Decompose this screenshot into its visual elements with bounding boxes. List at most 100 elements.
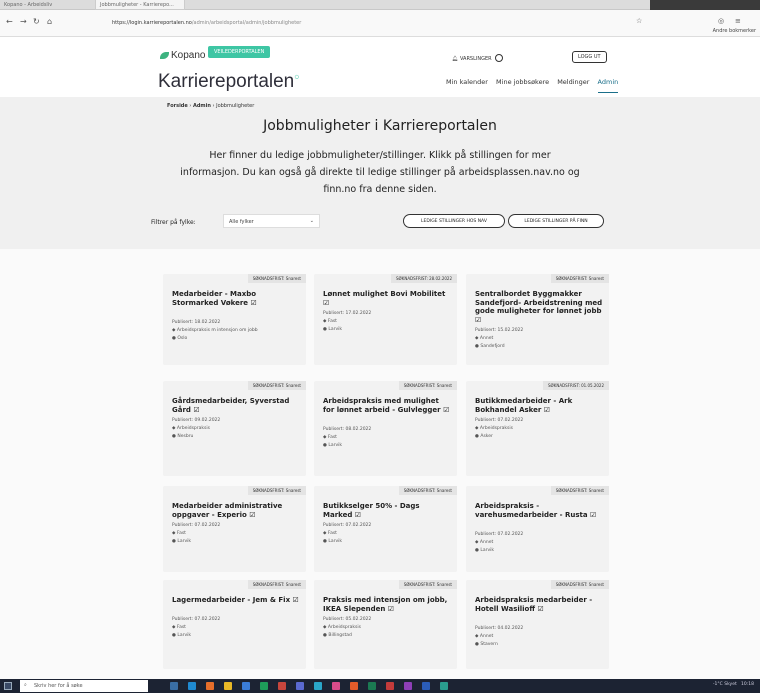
job-title[interactable]: Medarbeider administrative oppgaver - Ex… — [172, 502, 300, 519]
brand-title[interactable]: Karriereportalen○ — [158, 71, 300, 93]
job-card[interactable]: SØKNADSFRIST: 28.02.2022 Lønnet mulighet … — [314, 274, 457, 365]
app-icon[interactable] — [350, 682, 358, 690]
portal-switch-button[interactable]: VEILEDERPORTALEN — [208, 46, 271, 58]
job-title[interactable]: Lønnet mulighet Bovi Mobilitet ☑ — [323, 290, 451, 307]
county-select[interactable]: Alle fylker ⌄ — [223, 214, 320, 228]
deadline-badge: SØKNADSFRIST: 28.02.2022 — [391, 274, 457, 283]
breadcrumb-home[interactable]: Forside — [167, 103, 188, 109]
app-icon[interactable] — [440, 682, 448, 690]
job-location: ● Stavern — [475, 641, 523, 649]
job-card[interactable]: SØKNADSFRIST: Snarest Arbeidspraksis med … — [314, 381, 457, 476]
job-type: ◆ Annet — [475, 633, 523, 641]
nav-calendar[interactable]: Min kalender — [446, 78, 488, 86]
nav-admin[interactable]: Admin — [597, 78, 619, 93]
windows-start-icon[interactable] — [4, 682, 12, 690]
teams-icon[interactable] — [296, 682, 304, 690]
job-title[interactable]: Sentralbordet Byggmakker Sandefjord- Arb… — [475, 290, 603, 324]
taskbar-search[interactable]: ⌕ Skriv her for å søke — [20, 680, 148, 692]
logout-button[interactable]: LOGG UT — [572, 51, 607, 63]
job-title[interactable]: Arbeidspraksis medarbeider - Hotell Wasi… — [475, 596, 603, 613]
job-location: ● Oslo — [172, 335, 258, 343]
notifications-button[interactable]: 🔔︎ VARSLINGER — [452, 54, 503, 62]
back-icon[interactable]: ← — [6, 17, 13, 26]
app-icon[interactable] — [386, 682, 394, 690]
nav-messages[interactable]: Meldinger — [557, 78, 589, 86]
published-date: Publisert: 04.02.2022 — [475, 625, 524, 631]
app-icon[interactable] — [368, 682, 376, 690]
job-location-text: Sandefjord — [480, 344, 505, 349]
job-card[interactable]: SØKNADSFRIST: Snarest Butikkselger 50% - … — [314, 486, 457, 572]
job-title[interactable]: Arbeidspraksis - varehusmedarbeider - Ru… — [475, 502, 603, 519]
excel-icon[interactable] — [260, 682, 268, 690]
job-meta: Publisert: 09.02.2022 ◆ Arbeidspraksis ● N… — [172, 417, 220, 441]
reload-icon[interactable]: ↻ — [33, 17, 40, 26]
job-location-text: Larvik — [480, 547, 494, 553]
job-title[interactable]: Gårdsmedarbeider, Syverstad Gård ☑ — [172, 397, 300, 414]
job-location: ● Larvik — [323, 442, 371, 450]
search-icon: ⌕ — [24, 682, 27, 688]
nav-jobs-button[interactable]: LEDIGE STILLINGER HOS NAV — [403, 214, 505, 228]
job-location-text: Larvik — [328, 442, 342, 448]
firefox-icon[interactable] — [206, 682, 214, 690]
taskbar-search-text: Skriv her for å søke — [34, 683, 83, 689]
job-title[interactable]: Butikkmedarbeider - Ark Bokhandel Asker … — [475, 397, 603, 414]
other-bookmarks[interactable]: Andre bokmerker — [713, 28, 756, 34]
job-location-text: Larvik — [328, 327, 342, 332]
job-meta: Publisert: 17.02.2022 ◆ Fast ● Larvik — [323, 310, 371, 334]
extensions-icon[interactable]: ◎ — [718, 17, 724, 25]
job-title[interactable]: Arbeidspraksis med mulighet for lønnet a… — [323, 397, 451, 414]
breadcrumb-admin[interactable]: Admin — [193, 103, 211, 109]
job-location: ● Larvik — [172, 632, 220, 640]
job-location-text: Oslo — [177, 335, 188, 341]
job-title[interactable]: Butikkselger 50% - Dags Marked ☑ — [323, 502, 451, 519]
job-title[interactable]: Lagermedarbeider - Jem & Fix ☑ — [172, 596, 300, 605]
nav-jobseekers[interactable]: Mine jobbsøkere — [496, 78, 549, 86]
app-icon[interactable] — [404, 682, 412, 690]
browser-tab[interactable]: Jobbmuligheter - Karrierepo... — [95, 0, 185, 10]
job-meta: Publisert: 07.02.2022 ◆ Fast ● Larvik — [323, 522, 371, 546]
app-icon[interactable] — [332, 682, 340, 690]
taskview-icon[interactable] — [170, 682, 178, 690]
job-card[interactable]: SØKNADSFRIST: Snarest Praksis med intensj… — [314, 580, 457, 669]
job-card[interactable]: SØKNADSFRIST: Snarest Lagermedarbeider - … — [163, 580, 306, 669]
job-card[interactable]: SØKNADSFRIST: Snarest Sentralbordet Byggm… — [466, 274, 609, 365]
job-card[interactable]: SØKNADSFRIST: Snarest Medarbeider - Maxbo… — [163, 274, 306, 365]
job-location-text: Stavern — [480, 641, 498, 647]
job-type-text: Fast — [327, 434, 337, 440]
job-location: ● Larvik — [172, 538, 220, 546]
job-card[interactable]: SØKNADSFRIST: Snarest Arbeidspraksis meda… — [466, 580, 609, 669]
word-icon[interactable] — [242, 682, 250, 690]
explorer-icon[interactable] — [224, 682, 232, 690]
page-title: Jobbmuligheter i Karriereportalen — [263, 118, 497, 134]
app-icon[interactable] — [422, 682, 430, 690]
job-card[interactable]: SØKNADSFRIST: Snarest Gårdsmedarbeider, S… — [163, 381, 306, 476]
job-title[interactable]: Praksis med intensjon om jobb, IKEA Slep… — [323, 596, 451, 613]
job-card[interactable]: SØKNADSFRIST: 01.05.2022 Butikkmedarbeide… — [466, 381, 609, 476]
kopano-logo[interactable]: Kopano — [160, 50, 205, 61]
published-date: Publisert: 07.02.2022 — [475, 418, 524, 423]
deadline-badge: SØKNADSFRIST: 01.05.2022 — [543, 381, 609, 390]
bookmark-star-icon[interactable]: ☆ — [636, 17, 642, 25]
job-location-text: Asker — [480, 434, 493, 439]
powerpoint-icon[interactable] — [278, 682, 286, 690]
menu-icon[interactable]: ≡ — [735, 17, 741, 25]
job-title[interactable]: Medarbeider - Maxbo Stormarked Vøkere ☑ — [172, 290, 300, 307]
system-tray[interactable]: -1°C Skyet 10:18 — [713, 682, 754, 687]
county-select-value: Alle fylker — [229, 219, 254, 225]
finn-jobs-button[interactable]: LEDIGE STILLINGER PÅ FINN — [508, 214, 604, 228]
job-card[interactable]: SØKNADSFRIST: Snarest Arbeidspraksis - va… — [466, 486, 609, 572]
job-card[interactable]: SØKNADSFRIST: Snarest Medarbeider adminis… — [163, 486, 306, 572]
job-type-text: Annet — [479, 633, 494, 639]
avatar[interactable] — [494, 54, 503, 62]
job-type: ◆ Arbeidspraksis — [172, 425, 220, 433]
edge-icon[interactable] — [188, 682, 196, 690]
outlook-icon[interactable] — [314, 682, 322, 690]
job-location: ● Billingstad — [323, 632, 371, 640]
job-location: ● Asker — [475, 433, 523, 441]
job-meta: Publisert: 15.02.2022 ◆ Annet ● Sandefjord — [475, 327, 523, 351]
address-bar[interactable]: https://login.karriereportalen.no/admin/… — [112, 17, 682, 29]
forward-icon[interactable]: → — [20, 17, 27, 26]
job-type: ◆ Annet — [475, 335, 523, 343]
home-icon[interactable]: ⌂ — [47, 17, 52, 26]
job-location: ● Larvik — [475, 547, 523, 555]
